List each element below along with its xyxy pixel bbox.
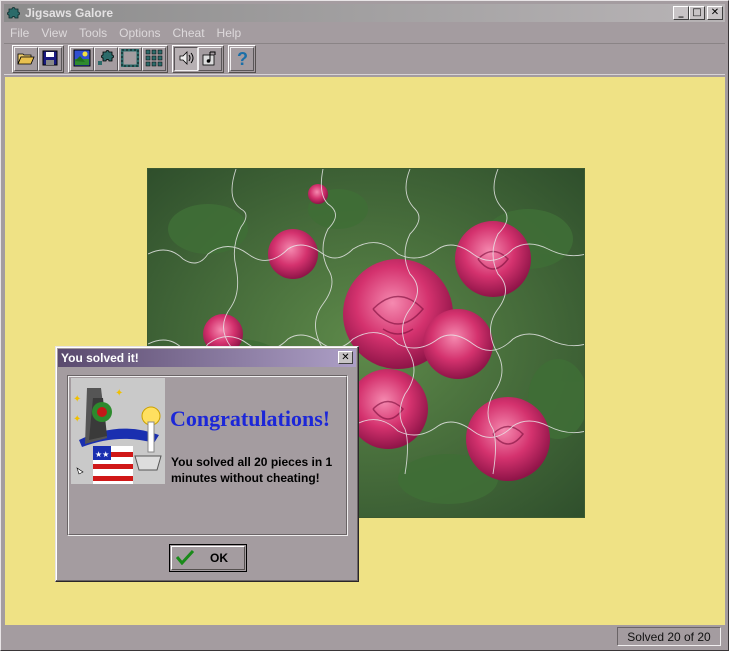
status-bar: Solved 20 of 20: [5, 627, 725, 647]
dialog-title: You solved it!: [61, 351, 139, 365]
edge-pieces-icon: [120, 48, 140, 70]
toolbar-group-file: [12, 45, 64, 73]
toolbar-group-sound: [172, 45, 224, 73]
svg-text:★★: ★★: [95, 450, 109, 459]
menu-view[interactable]: View: [35, 26, 73, 40]
solved-dialog: You solved it! ✕ ★★ ✦ ✦ ✦ Congratulation…: [55, 346, 359, 582]
picture-button[interactable]: [70, 47, 94, 71]
window-title: Jigsaws Galore: [25, 6, 114, 20]
menu-tools[interactable]: Tools: [73, 26, 113, 40]
solved-message: You solved all 20 pieces in 1 minutes wi…: [171, 455, 333, 485]
ok-button[interactable]: OK: [169, 544, 247, 572]
dialog-panel: ★★ ✦ ✦ ✦ Congratulations! You solved all…: [67, 375, 348, 536]
maximize-button[interactable]: □: [689, 6, 705, 20]
sound-button[interactable]: [174, 47, 198, 71]
svg-text:✦: ✦: [73, 394, 81, 405]
menu-cheat[interactable]: Cheat: [167, 26, 211, 40]
main-window: Jigsaws Galore _ □ ✕ File View Tools Opt…: [0, 0, 729, 651]
puzzle-piece-icon: [6, 5, 22, 21]
grid-pieces-icon: [145, 49, 163, 70]
grid-button[interactable]: [142, 47, 166, 71]
sound-icon: [177, 49, 195, 70]
open-button[interactable]: [14, 47, 38, 71]
solved-status: Solved 20 of 20: [617, 627, 721, 646]
picture-icon: [73, 49, 91, 70]
svg-text:✦: ✦: [73, 414, 81, 425]
congratulations-heading: Congratulations!: [170, 406, 331, 431]
dialog-title-bar[interactable]: You solved it! ✕: [58, 349, 356, 367]
toolbar-group-help: ?: [228, 45, 256, 73]
toolbar: ?: [4, 43, 725, 75]
toolbar-group-pieces: [68, 45, 168, 73]
close-button[interactable]: ✕: [707, 6, 723, 20]
ok-button-label: OK: [210, 551, 228, 565]
menu-file[interactable]: File: [4, 26, 35, 40]
open-folder-icon: [17, 50, 35, 69]
scatter-pieces-icon: [97, 49, 115, 70]
menu-help[interactable]: Help: [211, 26, 248, 40]
edges-button[interactable]: [118, 47, 142, 71]
svg-text:?: ?: [237, 49, 248, 67]
music-button[interactable]: [198, 47, 222, 71]
help-question-icon: ?: [233, 49, 251, 70]
minimize-button[interactable]: _: [673, 6, 689, 20]
save-button[interactable]: [38, 47, 62, 71]
checkmark-icon: [175, 549, 195, 568]
dialog-close-button[interactable]: ✕: [338, 351, 353, 364]
menu-bar: File View Tools Options Cheat Help: [4, 24, 247, 42]
scatter-button[interactable]: [94, 47, 118, 71]
title-bar[interactable]: Jigsaws Galore _ □ ✕: [4, 4, 725, 22]
music-icon: [201, 49, 219, 70]
svg-text:✦: ✦: [115, 388, 123, 399]
wizard-icon: ★★ ✦ ✦ ✦: [71, 378, 165, 484]
help-button[interactable]: ?: [230, 47, 254, 71]
menu-options[interactable]: Options: [113, 26, 166, 40]
save-disk-icon: [42, 50, 58, 69]
